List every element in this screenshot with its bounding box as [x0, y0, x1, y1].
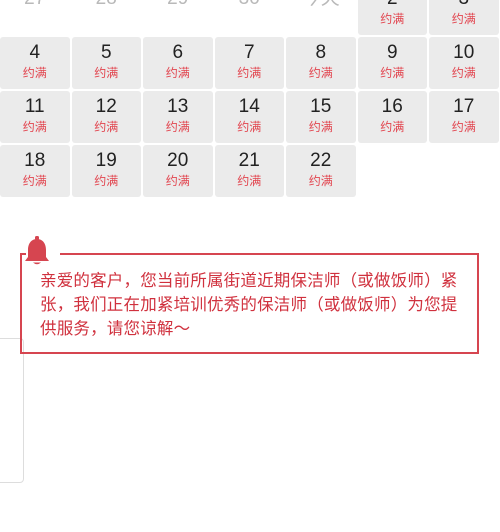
- calendar-day-4[interactable]: 4 约满: [0, 37, 70, 89]
- booking-page: 27 28 29 30 今天 2 约满: [0, 0, 500, 532]
- calendar-row: 27 28 29 30 今天 2 约满: [0, 0, 500, 35]
- day-status: 约满: [165, 174, 190, 188]
- bell-icon: [25, 236, 49, 265]
- day-status: 约满: [380, 12, 405, 26]
- day-number: 30: [215, 0, 285, 11]
- date-calendar: 27 28 29 30 今天 2 约满: [0, 0, 500, 199]
- calendar-day-today: 今天: [286, 0, 356, 35]
- day-number: 10: [453, 42, 475, 63]
- calendar-day-21[interactable]: 21 约满: [214, 145, 284, 197]
- calendar-day-2[interactable]: 2 约满: [357, 0, 428, 35]
- day-status: 约满: [308, 66, 333, 80]
- day-number: 29: [143, 0, 213, 11]
- calendar-day-12[interactable]: 12 约满: [71, 91, 141, 143]
- day-number: 19: [95, 150, 117, 171]
- calendar-day-15[interactable]: 15 约满: [286, 91, 356, 143]
- calendar-day-29: 29: [143, 0, 213, 35]
- day-number: 21: [238, 150, 260, 171]
- day-number: 今天: [286, 0, 356, 11]
- calendar-day-13[interactable]: 13 约满: [143, 91, 213, 143]
- day-status: 约满: [237, 174, 262, 188]
- calendar-day-19[interactable]: 19 约满: [71, 145, 141, 197]
- day-status: 约满: [22, 120, 47, 134]
- calendar-day-18[interactable]: 18 约满: [0, 145, 70, 197]
- day-status: 约满: [165, 120, 190, 134]
- calendar-day-9[interactable]: 9 约满: [357, 37, 427, 89]
- day-status: 约满: [165, 66, 190, 80]
- day-status: 约满: [308, 174, 333, 188]
- day-number: 22: [310, 150, 332, 171]
- calendar-day-27: 27: [0, 0, 70, 35]
- day-status: 约满: [237, 66, 262, 80]
- day-number: 16: [381, 96, 403, 117]
- calendar-day-7[interactable]: 7 约满: [214, 37, 284, 89]
- day-number: 17: [453, 96, 475, 117]
- day-number: 15: [310, 96, 332, 117]
- calendar-day-22[interactable]: 22 约满: [286, 145, 356, 197]
- calendar-day-6[interactable]: 6 约满: [143, 37, 213, 89]
- day-status: 约满: [22, 66, 47, 80]
- day-number: 5: [100, 42, 112, 63]
- day-status: 约满: [451, 12, 476, 26]
- day-number: 2: [358, 0, 428, 11]
- day-number: 18: [24, 150, 46, 171]
- side-panel: [0, 338, 24, 483]
- day-number: 4: [29, 42, 41, 63]
- day-number: 11: [24, 96, 45, 117]
- calendar-row: 11 约满 12 约满 13 约满 14 约满 15 约满 16 约满 17 约…: [0, 91, 500, 143]
- calendar-day-17[interactable]: 17 约满: [429, 91, 499, 143]
- calendar-day-10[interactable]: 10 约满: [429, 37, 499, 89]
- day-status: 约满: [308, 120, 333, 134]
- day-status: 约满: [451, 120, 476, 134]
- day-status: 约满: [237, 120, 262, 134]
- calendar-row: 4 约满 5 约满 6 约满 7 约满 8 约满 9 约满 10 约满: [0, 37, 500, 89]
- calendar-day-16[interactable]: 16 约满: [357, 91, 427, 143]
- calendar-day-20[interactable]: 20 约满: [143, 145, 213, 197]
- day-number: 28: [72, 0, 142, 11]
- day-number: 7: [243, 42, 255, 63]
- calendar-day-5[interactable]: 5 约满: [71, 37, 141, 89]
- calendar-day-8[interactable]: 8 约满: [286, 37, 356, 89]
- day-status: 约满: [380, 120, 405, 134]
- day-number: 27: [0, 0, 70, 11]
- day-number: 13: [167, 96, 189, 117]
- day-status: 约满: [380, 66, 405, 80]
- calendar-day-30: 30: [215, 0, 285, 35]
- day-number: 9: [386, 42, 398, 63]
- day-status: 约满: [94, 174, 119, 188]
- calendar-day-3[interactable]: 3 约满: [429, 0, 499, 35]
- day-number: 20: [167, 150, 189, 171]
- day-status: 约满: [94, 120, 119, 134]
- day-status: 约满: [94, 66, 119, 80]
- calendar-day-14[interactable]: 14 约满: [214, 91, 284, 143]
- service-notice: 亲爱的客户，您当前所属街道近期保洁师（或做饭师）紧张，我们正在加紧培训优秀的保洁…: [20, 252, 479, 354]
- calendar-row: 18 约满 19 约满 20 约满 21 约满 22 约满: [0, 145, 500, 197]
- day-number: 14: [238, 96, 260, 117]
- day-number: 6: [172, 42, 184, 63]
- day-status: 约满: [451, 66, 476, 80]
- calendar-day-28: 28: [72, 0, 142, 35]
- day-number: 3: [429, 0, 499, 11]
- day-status: 约满: [22, 174, 47, 188]
- day-number: 8: [315, 42, 327, 63]
- day-number: 12: [95, 96, 117, 117]
- calendar-day-11[interactable]: 11 约满: [0, 91, 70, 143]
- notice-text: 亲爱的客户，您当前所属街道近期保洁师（或做饭师）紧张，我们正在加紧培训优秀的保洁…: [40, 272, 458, 338]
